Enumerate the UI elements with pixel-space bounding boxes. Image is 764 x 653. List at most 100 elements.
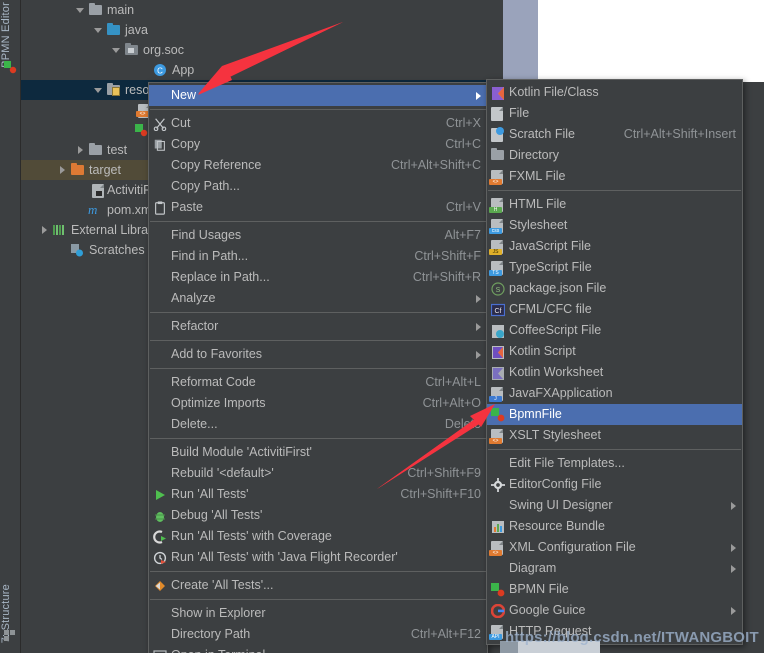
menu-item-label: XML Configuration File xyxy=(509,540,636,554)
menu-icon-placeholder xyxy=(149,179,171,195)
menu-item-directory-path[interactable]: Directory Path Ctrl+Alt+F12 xyxy=(149,624,487,645)
new-item-scratch-file[interactable]: Scratch File Ctrl+Alt+Shift+Insert xyxy=(487,124,742,145)
menu-item-find-in-path[interactable]: Find in Path... Ctrl+Shift+F xyxy=(149,246,487,267)
editor-canvas[interactable] xyxy=(538,0,764,82)
chevron-down-icon[interactable] xyxy=(112,46,121,55)
bpmn-icon xyxy=(487,407,509,423)
menu-item-label: Delete... xyxy=(171,417,218,431)
menu-item-shortcut: Ctrl+Alt+Shift+C xyxy=(391,158,481,172)
menu-item-run-all-tests-with-java-flight-recorder[interactable]: Run 'All Tests' with 'Java Flight Record… xyxy=(149,547,487,568)
menu-item-build-module-activitifirst[interactable]: Build Module 'ActivitiFirst' xyxy=(149,442,487,463)
menu-item-find-usages[interactable]: Find Usages Alt+F7 xyxy=(149,225,487,246)
menu-item-analyze[interactable]: Analyze xyxy=(149,288,487,309)
menu-item-label: CFML/CFC file xyxy=(509,302,592,316)
chevron-down-icon[interactable] xyxy=(94,26,103,35)
chevron-right-icon[interactable] xyxy=(58,165,67,175)
structure-icon xyxy=(4,630,18,644)
menu-item-optimize-imports[interactable]: Optimize Imports Ctrl+Alt+O xyxy=(149,393,487,414)
menu-item-shortcut: Ctrl+V xyxy=(445,200,481,214)
menu-separator xyxy=(150,368,486,369)
menu-icon-placeholder xyxy=(487,561,509,577)
menu-item-debug-all-tests[interactable]: Debug 'All Tests' xyxy=(149,505,487,526)
menu-item-show-in-explorer[interactable]: Show in Explorer xyxy=(149,603,487,624)
new-item-editorconfig-file[interactable]: EditorConfig File xyxy=(487,474,742,495)
menu-item-open-in-terminal[interactable]: Open in Terminal xyxy=(149,645,487,653)
menu-item-copy[interactable]: Copy Ctrl+C xyxy=(149,134,487,155)
menu-item-new[interactable]: New xyxy=(149,85,487,106)
submenu-arrow-icon xyxy=(726,606,736,616)
menu-item-shortcut: Ctrl+Shift+R xyxy=(412,270,481,284)
new-item-typescript-file[interactable]: TS TypeScript File xyxy=(487,257,742,278)
menu-item-label: Add to Favorites xyxy=(171,347,263,361)
menu-icon-placeholder xyxy=(149,606,171,622)
new-item-swing-ui-designer[interactable]: Swing UI Designer xyxy=(487,495,742,516)
chevron-right-icon[interactable] xyxy=(76,145,85,155)
package-grey xyxy=(124,43,139,57)
menu-item-label: Refactor xyxy=(171,319,219,333)
new-item-edit-file-templates[interactable]: Edit File Templates... xyxy=(487,453,742,474)
directory-icon xyxy=(487,147,509,164)
folder-source xyxy=(106,23,121,37)
new-item-fxml-file[interactable]: <> FXML File xyxy=(487,166,742,187)
new-item-bpmn-file[interactable]: BPMN File xyxy=(487,579,742,600)
tree-item-main[interactable]: main xyxy=(21,0,503,20)
new-item-html-file[interactable]: H HTML File xyxy=(487,194,742,215)
new-item-bpmnfile[interactable]: BpmnFile xyxy=(487,404,742,425)
module-icon xyxy=(88,183,104,198)
menu-item-shortcut: Alt+F7 xyxy=(444,228,481,242)
new-item-coffeescript-file[interactable]: CoffeeScript File xyxy=(487,320,742,341)
kotlin-icon xyxy=(487,85,509,101)
context-menu[interactable]: New Cut Ctrl+X Copy Ctrl+C Copy Reference Ctrl… xyxy=(148,82,488,653)
menu-item-shortcut: Ctrl+Shift+F xyxy=(414,249,481,263)
menu-item-label: Create 'All Tests'... xyxy=(171,578,274,592)
menu-item-label: File xyxy=(509,106,530,120)
menu-item-label: Debug 'All Tests' xyxy=(171,508,263,522)
menu-item-refactor[interactable]: Refactor xyxy=(149,316,487,337)
menu-item-paste[interactable]: Paste Ctrl+V xyxy=(149,197,487,218)
menu-item-cut[interactable]: Cut Ctrl+X xyxy=(149,113,487,134)
menu-item-add-to-favorites[interactable]: Add to Favorites xyxy=(149,344,487,365)
tree-item-org-soc[interactable]: org.soc xyxy=(21,40,503,60)
menu-item-label: Build Module 'ActivitiFirst' xyxy=(171,445,312,459)
gear-icon xyxy=(487,477,509,493)
editor-gutter xyxy=(495,0,503,80)
menu-item-label: Find Usages xyxy=(171,228,242,242)
menu-item-create-all-tests[interactable]: Create 'All Tests'... xyxy=(149,575,487,596)
menu-item-reformat-code[interactable]: Reformat Code Ctrl+Alt+L xyxy=(149,372,487,393)
menu-item-run-all-tests[interactable]: Run 'All Tests' Ctrl+Shift+F10 xyxy=(149,484,487,505)
new-item-kotlin-file-class[interactable]: Kotlin File/Class xyxy=(487,82,742,103)
tree-item-label: App xyxy=(172,63,195,77)
menu-item-rebuild-default[interactable]: Rebuild '<default>' Ctrl+Shift+F9 xyxy=(149,463,487,484)
chevron-down-icon[interactable] xyxy=(94,86,103,95)
new-submenu[interactable]: Kotlin File/Class File Scratch File Ctrl+Al… xyxy=(486,79,743,645)
chevron-down-icon[interactable] xyxy=(76,6,85,15)
new-item-file[interactable]: File xyxy=(487,103,742,124)
new-item-cfml-cfc-file[interactable]: Cf CFML/CFC file xyxy=(487,299,742,320)
menu-item-run-all-tests-with-coverage[interactable]: Run 'All Tests' with Coverage xyxy=(149,526,487,547)
menu-item-replace-in-path[interactable]: Replace in Path... Ctrl+Shift+R xyxy=(149,267,487,288)
menu-icon-placeholder xyxy=(149,375,171,391)
new-item-xml-configuration-file[interactable]: <> XML Configuration File xyxy=(487,537,742,558)
new-item-kotlin-worksheet[interactable]: Kotlin Worksheet xyxy=(487,362,742,383)
new-item-package-json-file[interactable]: Spackage.json File xyxy=(487,278,742,299)
new-item-kotlin-script[interactable]: Kotlin Script xyxy=(487,341,742,362)
tree-item-app[interactable]: C App xyxy=(21,60,503,80)
new-item-stylesheet[interactable]: css Stylesheet xyxy=(487,215,742,236)
new-item-javafxapplication[interactable]: J JavaFXApplication xyxy=(487,383,742,404)
submenu-arrow-icon xyxy=(471,350,481,360)
bpmn-editor-tool-label[interactable]: BPMN Editor xyxy=(0,2,21,68)
menu-item-delete[interactable]: Delete... Delete xyxy=(149,414,487,435)
new-item-google-guice[interactable]: Google Guice xyxy=(487,600,742,621)
tree-item-java[interactable]: java xyxy=(21,20,503,40)
new-item-javascript-file[interactable]: JS JavaScript File xyxy=(487,236,742,257)
new-item-xslt-stylesheet[interactable]: <> XSLT Stylesheet xyxy=(487,425,742,446)
new-item-diagram[interactable]: Diagram xyxy=(487,558,742,579)
new-item-directory[interactable]: Directory xyxy=(487,145,742,166)
new-item-resource-bundle[interactable]: Resource Bundle xyxy=(487,516,742,537)
chevron-right-icon[interactable] xyxy=(40,225,49,235)
menu-item-shortcut: Delete xyxy=(444,417,481,431)
tree-item-label: test xyxy=(107,143,128,157)
menu-item-copy-reference[interactable]: Copy Reference Ctrl+Alt+Shift+C xyxy=(149,155,487,176)
menu-separator xyxy=(488,190,741,191)
menu-item-copy-path[interactable]: Copy Path... xyxy=(149,176,487,197)
